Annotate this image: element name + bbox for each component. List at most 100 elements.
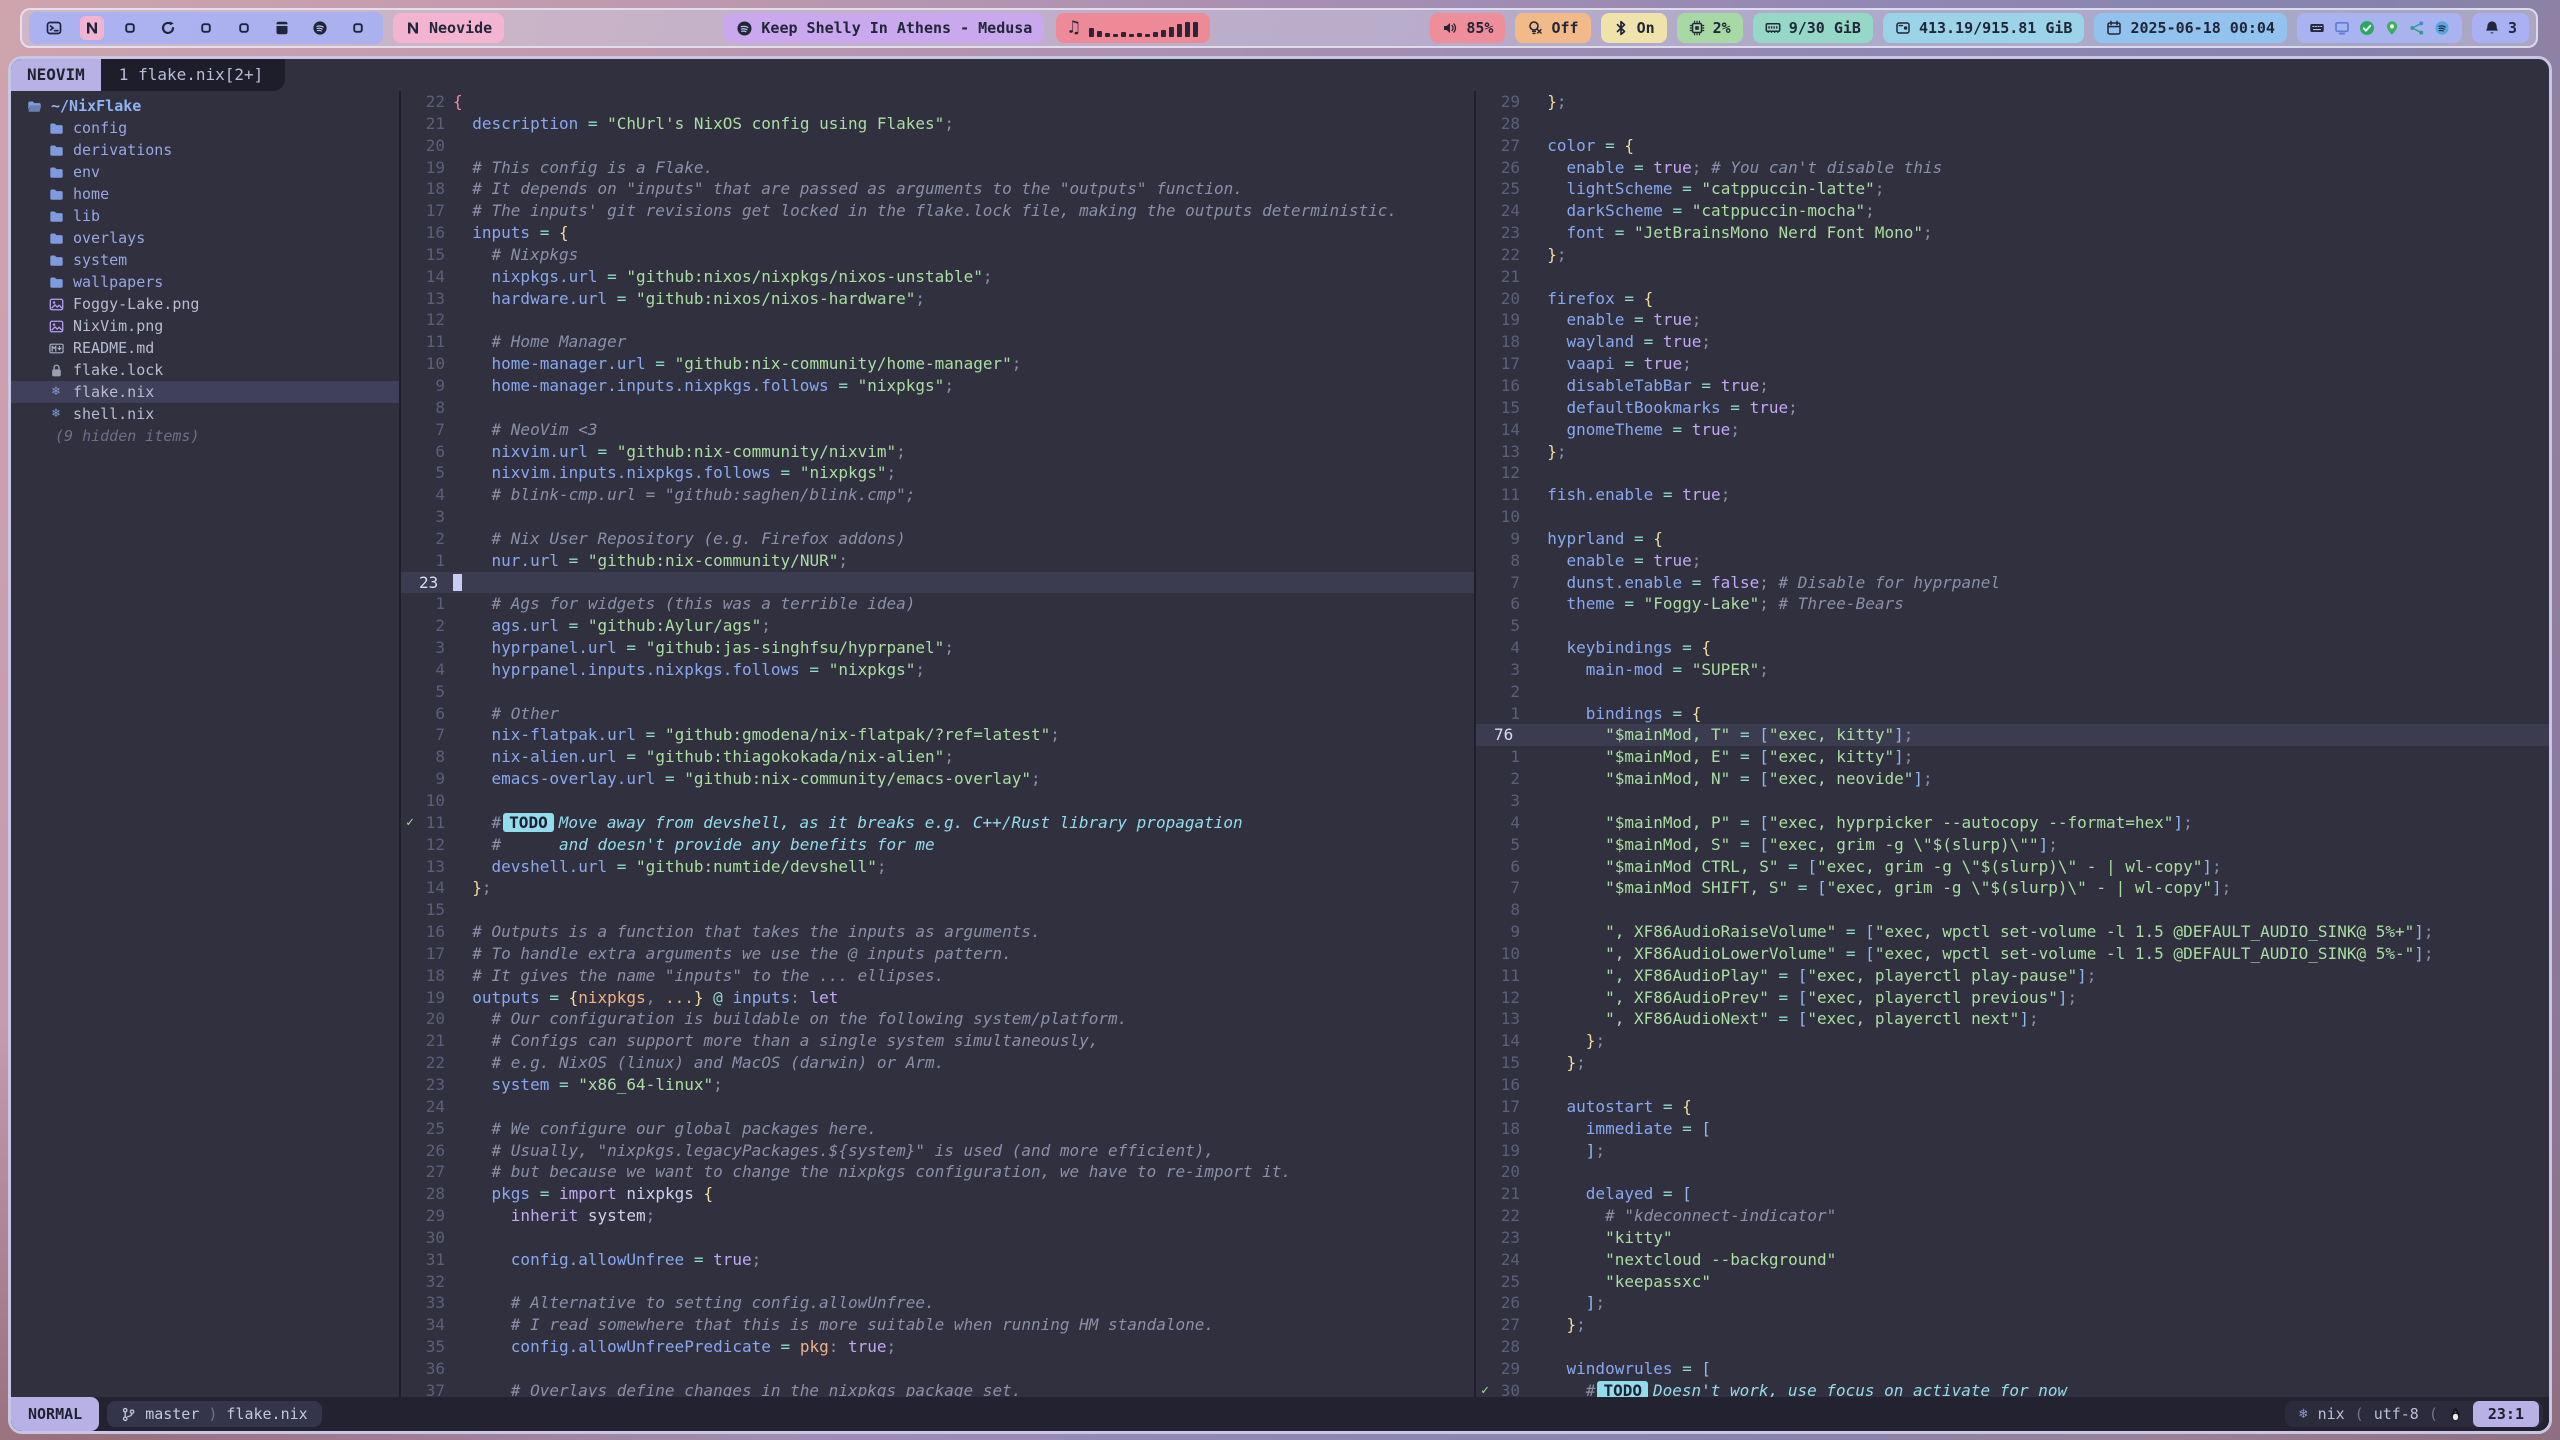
code-line[interactable]: 11 fish.enable = true; [1476,484,2549,506]
code-line[interactable]: 8 enable = true; [1476,550,2549,572]
code-line[interactable]: 5 "$mainMod, S" = ["exec, grim -g \"$(sl… [1476,834,2549,856]
code-line[interactable]: 2 ags.url = "github:Aylur/ags"; [401,615,1474,637]
system-tray[interactable] [2297,13,2462,43]
code-line[interactable]: 29 }; [1476,91,2549,113]
code-line[interactable]: 9 hyprland = { [1476,528,2549,550]
code-line[interactable]: 12 # and doesn't provide any benefits fo… [401,834,1474,856]
code-line[interactable]: 31 config.allowUnfree = true; [401,1249,1474,1271]
code-line[interactable]: 15 [401,899,1474,921]
code-line[interactable]: 10 [1476,506,2549,528]
code-line[interactable]: 6 "$mainMod CTRL, S" = ["exec, grim -g \… [1476,856,2549,878]
code-line[interactable]: 5 [1476,615,2549,637]
workspace-2-active[interactable] [80,16,104,40]
status-memory[interactable]: 9/30 GiB [1753,13,1873,43]
code-line[interactable]: 28 [1476,113,2549,135]
notifications[interactable]: 3 [2472,13,2529,43]
code-line[interactable]: 6 # Other [401,703,1474,725]
tab-neovim[interactable]: NEOVIM [11,59,101,91]
code-line[interactable]: 17 autostart = { [1476,1096,2549,1118]
code-line[interactable]: ✓30 #TODODoesn't work, use focus_on_acti… [1476,1380,2549,1397]
code-line[interactable]: 24 [401,1096,1474,1118]
status-volume[interactable]: 85% [1430,13,1505,43]
code-line[interactable]: 22 # e.g. NixOS (linux) and MacOS (darwi… [401,1052,1474,1074]
code-line[interactable]: 13 devshell.url = "github:numtide/devshe… [401,856,1474,878]
tree-item-home[interactable]: home [11,183,399,205]
code-line[interactable]: 16 inputs = { [401,222,1474,244]
code-line[interactable]: 7 nix-flatpak.url = "github:gmodena/nix-… [401,724,1474,746]
code-line[interactable]: 22{ [401,91,1474,113]
code-line[interactable]: 17 # The inputs' git revisions get locke… [401,200,1474,222]
git-segment[interactable]: master ) flake.nix [107,1401,322,1427]
code-line[interactable]: 12 [401,309,1474,331]
code-line[interactable]: 4 hyprpanel.inputs.nixpkgs.follows = "ni… [401,659,1474,681]
code-line-cursor[interactable]: 23 [401,572,1474,594]
code-line[interactable]: 9 ", XF86AudioRaiseVolume" = ["exec, wpc… [1476,921,2549,943]
code-line[interactable]: 23 system = "x86_64-linux"; [401,1074,1474,1096]
tree-item-env[interactable]: env [11,161,399,183]
code-line[interactable]: 13 ", XF86AudioNext" = ["exec, playerctl… [1476,1008,2549,1030]
code-line[interactable]: 27 # but because we want to change the n… [401,1161,1474,1183]
code-pane-left[interactable]: 22{21 description = "ChUrl's NixOS confi… [401,91,1474,1397]
code-line[interactable]: 10 ", XF86AudioLowerVolume" = ["exec, wp… [1476,943,2549,965]
tree-item-flake.nix[interactable]: ❄flake.nix [11,381,399,403]
code-line[interactable]: 11 # Home Manager [401,331,1474,353]
status-clock[interactable]: 2025-06-18 00:04 [2094,13,2287,43]
code-line[interactable]: 11 ", XF86AudioPlay" = ["exec, playerctl… [1476,965,2549,987]
code-line[interactable]: 16 # Outputs is a function that takes th… [401,921,1474,943]
code-line[interactable]: 8 nix-alien.url = "github:thiagokokada/n… [401,746,1474,768]
tree-item-lib[interactable]: lib [11,205,399,227]
code-line[interactable]: 26 ]; [1476,1292,2549,1314]
code-line[interactable]: 28 [1476,1336,2549,1358]
tree-item-readme.md[interactable]: README.md [11,337,399,359]
code-line[interactable]: 14 gnomeTheme = true; [1476,419,2549,441]
code-line[interactable]: 1 "$mainMod, E" = ["exec, kitty"]; [1476,746,2549,768]
code-line[interactable]: 10 [401,790,1474,812]
code-line[interactable]: 5 [401,681,1474,703]
code-line[interactable]: 14 nixpkgs.url = "github:nixos/nixpkgs/n… [401,266,1474,288]
workspace-9[interactable] [346,16,370,40]
code-line[interactable]: 18 # It gives the name "inputs" to the .… [401,965,1474,987]
code-line[interactable]: 15 defaultBookmarks = true; [1476,397,2549,419]
now-playing[interactable]: Keep Shelly In Athens - Medusa [724,13,1044,43]
code-line[interactable]: 23 font = "JetBrainsMono Nerd Font Mono"… [1476,222,2549,244]
code-line[interactable]: 29 windowrules = [ [1476,1358,2549,1380]
workspace-4[interactable] [156,16,180,40]
code-line[interactable]: 21 # Configs can support more than a sin… [401,1030,1474,1052]
code-line[interactable]: 5 nixvim.inputs.nixpkgs.follows = "nixpk… [401,462,1474,484]
workspace-6[interactable] [232,16,256,40]
code-line[interactable]: 25 "keepassxc" [1476,1271,2549,1293]
workspace-7[interactable] [270,16,294,40]
code-line[interactable]: 34 # I read somewhere that this is more … [401,1314,1474,1336]
code-line[interactable]: 18 immediate = [ [1476,1118,2549,1140]
code-line[interactable]: 21 description = "ChUrl's NixOS config u… [401,113,1474,135]
tree-item-wallpapers[interactable]: wallpapers [11,271,399,293]
code-line[interactable]: 2 [1476,681,2549,703]
code-line[interactable]: 2 "$mainMod, N" = ["exec, neovide"]; [1476,768,2549,790]
status-cpu[interactable]: 2% [1677,13,1743,43]
code-line[interactable]: 19 enable = true; [1476,309,2549,331]
code-line[interactable]: 26 # Usually, "nixpkgs.legacyPackages.${… [401,1140,1474,1162]
code-line[interactable]: 3 hyprpanel.url = "github:jas-singhfsu/h… [401,637,1474,659]
code-line[interactable]: 23 "kitty" [1476,1227,2549,1249]
code-line[interactable]: 28 pkgs = import nixpkgs { [401,1183,1474,1205]
status-idle-inhibitor[interactable]: Off [1515,13,1590,43]
code-line[interactable]: 14 }; [1476,1030,2549,1052]
code-line[interactable]: 22 }; [1476,244,2549,266]
code-line[interactable]: 27 }; [1476,1314,2549,1336]
code-line[interactable]: 17 vaapi = true; [1476,353,2549,375]
code-line[interactable]: 18 # It depends on "inputs" that are pas… [401,178,1474,200]
code-line[interactable]: 13 }; [1476,441,2549,463]
code-line[interactable]: 1 bindings = { [1476,703,2549,725]
code-line[interactable]: 19 ]; [1476,1140,2549,1162]
code-line[interactable]: 6 theme = "Foggy-Lake"; # Three-Bears [1476,593,2549,615]
code-line[interactable]: 20 [1476,1161,2549,1183]
code-line[interactable]: 18 wayland = true; [1476,331,2549,353]
code-line[interactable]: 4 keybindings = { [1476,637,2549,659]
code-line[interactable]: 2 # Nix User Repository (e.g. Firefox ad… [401,528,1474,550]
workspace-1[interactable] [42,16,66,40]
tree-item-overlays[interactable]: overlays [11,227,399,249]
status-bluetooth[interactable]: On [1601,13,1667,43]
code-line[interactable]: 7 dunst.enable = false; # Disable for hy… [1476,572,2549,594]
tree-item--nixflake[interactable]: ~/NixFlake [11,95,399,117]
code-line[interactable]: 1 nur.url = "github:nix-community/NUR"; [401,550,1474,572]
